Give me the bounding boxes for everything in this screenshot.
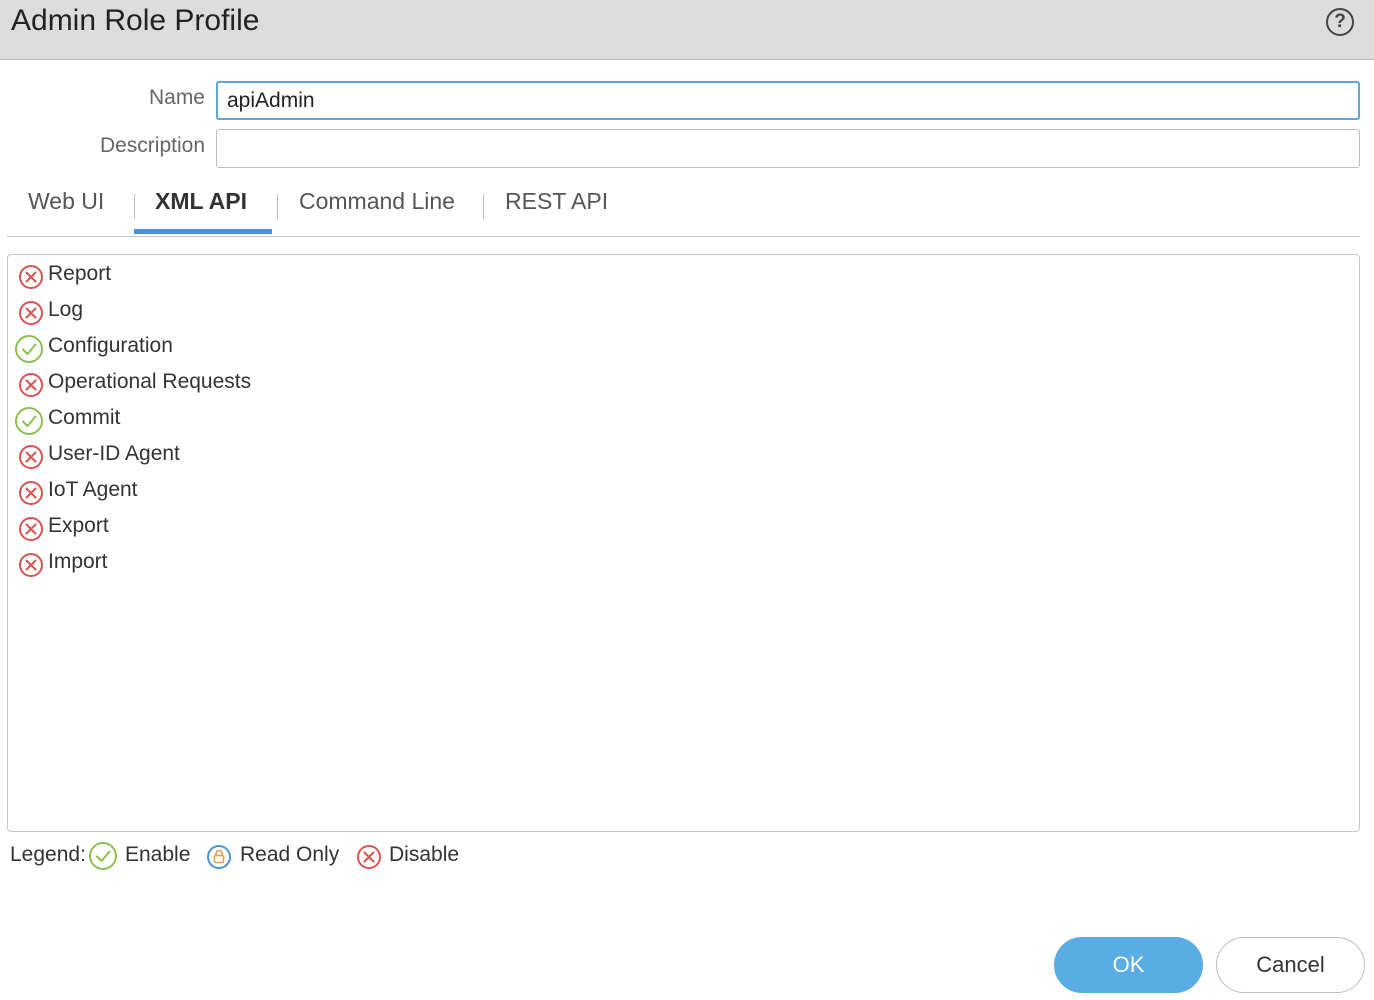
permission-label: Report [48, 262, 112, 285]
disable-icon[interactable] [18, 516, 44, 542]
permission-label: Configuration [48, 334, 173, 357]
enable-icon[interactable] [14, 334, 44, 364]
help-icon[interactable]: ? [1326, 8, 1354, 36]
read-only-icon [207, 845, 231, 869]
tab-separator [483, 194, 484, 219]
permission-label: Log [48, 298, 84, 321]
disable-icon[interactable] [18, 480, 44, 506]
disable-icon[interactable] [18, 444, 44, 470]
active-tab-indicator [134, 229, 272, 234]
legend-enable-label: Enable [125, 843, 191, 866]
disable-icon[interactable] [18, 372, 44, 398]
permissions-list: Report Log Configuration Operational Req… [7, 254, 1360, 832]
tab-separator [134, 194, 135, 219]
enable-icon[interactable] [14, 406, 44, 436]
tab-xml-api[interactable]: XML API [155, 188, 247, 215]
disable-icon [357, 845, 381, 869]
dialog-title: Admin Role Profile [11, 4, 260, 37]
tab-web-ui[interactable]: Web UI [28, 188, 104, 215]
permission-label: Export [48, 514, 109, 537]
permission-label: Operational Requests [48, 370, 252, 393]
ok-button[interactable]: OK [1054, 937, 1203, 993]
description-label: Description [99, 134, 205, 157]
dialog-title-bar: Admin Role Profile ? [0, 0, 1374, 60]
cancel-button[interactable]: Cancel [1216, 937, 1365, 993]
disable-icon[interactable] [18, 300, 44, 326]
disable-icon[interactable] [18, 264, 44, 290]
tab-rest-api[interactable]: REST API [505, 188, 608, 215]
permission-tabs: Web UI XML API Command Line REST API [7, 180, 1360, 237]
permission-label: IoT Agent [48, 478, 138, 501]
tab-command-line[interactable]: Command Line [299, 188, 455, 215]
tab-separator [277, 194, 278, 219]
name-label: Name [148, 86, 205, 109]
legend-label: Legend: [10, 843, 86, 866]
disable-icon[interactable] [18, 552, 44, 578]
permission-label: User-ID Agent [48, 442, 180, 465]
legend-disable-label: Disable [389, 843, 460, 866]
description-field[interactable] [216, 129, 1360, 168]
enable-icon [89, 842, 117, 870]
name-field[interactable]: apiAdmin [216, 81, 1360, 120]
legend-read-only-label: Read Only [240, 843, 340, 866]
permission-label: Commit [48, 406, 121, 429]
permission-label: Import [48, 550, 108, 573]
